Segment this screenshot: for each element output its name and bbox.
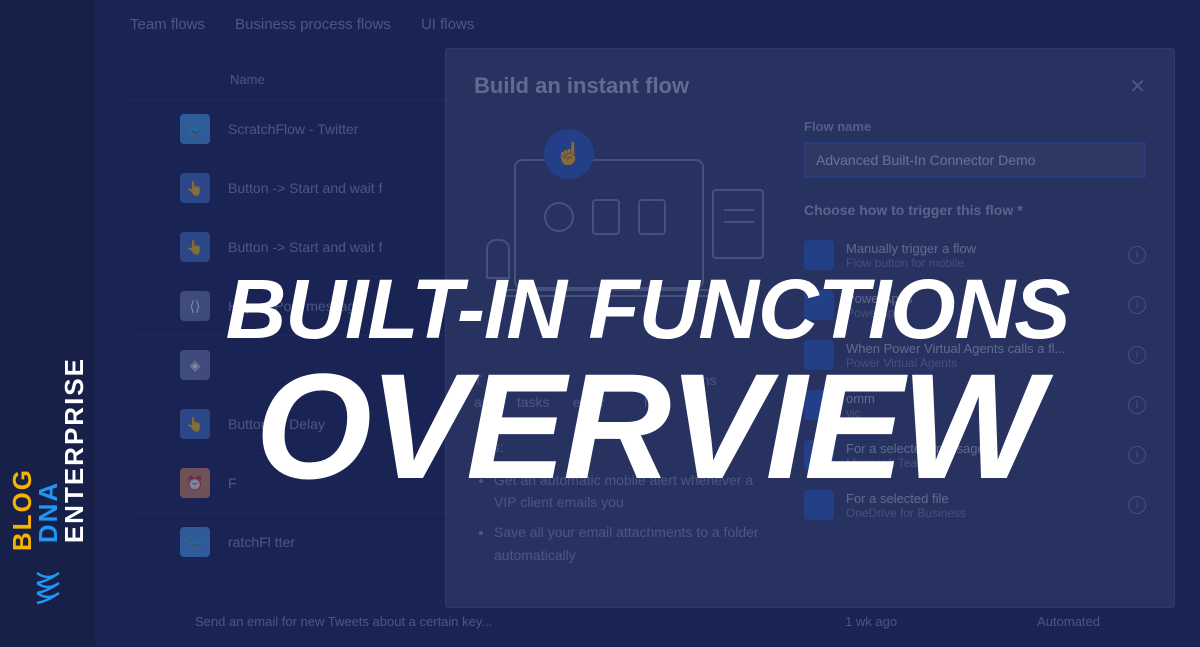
flowname-label: Flow name xyxy=(804,119,1146,134)
flow-item[interactable]: 🐦 ScratchFlow - Twitter xyxy=(130,100,450,159)
http-icon: ⟨⟩ xyxy=(180,291,210,321)
flow-item[interactable]: ◈ xyxy=(130,336,450,395)
trigger-name: omm xyxy=(846,391,1116,406)
build-flow-modal: Build an instant flow ✕ ☝ T anual ce, e xyxy=(445,48,1175,608)
trigger-option[interactable]: Manually trigger a flowFlow button for m… xyxy=(804,232,1146,278)
trigger-name: For a selected message xyxy=(846,441,1116,456)
footer-type: Automated xyxy=(1037,614,1100,629)
modal-header: Build an instant flow ✕ xyxy=(474,73,1146,99)
brand-sidebar: BLOG DNA ENTERPRISE xyxy=(0,0,95,647)
trigger-option[interactable]: PowerAppsPowerApps i xyxy=(804,282,1146,328)
modal-title: Build an instant flow xyxy=(474,73,689,99)
modal-description: T anual ce, e ins auto tasks e to r If. … xyxy=(474,369,774,566)
info-icon[interactable]: i xyxy=(1128,446,1146,464)
flowname-input[interactable] xyxy=(804,142,1146,178)
footer-row: Send an email for new Tweets about a cer… xyxy=(195,614,1100,629)
trigger-sub: Microsoft Teams xyxy=(846,456,1116,470)
illustration: ☝ xyxy=(474,119,774,339)
trigger-option[interactable]: ommvic i xyxy=(804,382,1146,428)
trigger-name: Manually trigger a flow xyxy=(846,241,1116,256)
trigger-sub: PowerApps xyxy=(846,306,1116,320)
example-item: Save all your email attachments to a fol… xyxy=(494,521,774,566)
modal-left-panel: ☝ T anual ce, e ins auto tasks xyxy=(474,119,774,574)
trigger-name: When Power Virtual Agents calls a fl... xyxy=(846,341,1116,356)
sidebar-brand-text: BLOG DNA ENTERPRISE xyxy=(9,357,87,551)
flow-item[interactable]: 🐦 ratchFl tter xyxy=(130,513,450,572)
flow-button-icon xyxy=(804,240,834,270)
info-icon[interactable]: i xyxy=(1128,396,1146,414)
trigger-name: For a selected file xyxy=(846,491,1116,506)
main-area: Team flows Business process flows UI flo… xyxy=(95,0,1200,647)
virtual-agents-icon xyxy=(804,340,834,370)
clock-icon: ⏰ xyxy=(180,468,210,498)
code-icon: ◈ xyxy=(180,350,210,380)
onedrive-icon xyxy=(804,490,834,520)
trigger-option[interactable]: For a selected fileOneDrive for Business… xyxy=(804,482,1146,528)
flow-name: Button -> Start and wait f xyxy=(228,180,382,196)
info-icon[interactable]: i xyxy=(1128,346,1146,364)
tap-icon: ☝ xyxy=(544,129,594,179)
button-icon: 👆 xyxy=(180,232,210,262)
column-header-name: Name xyxy=(130,60,450,100)
flow-item[interactable]: 👆 Button -> Start and wait f xyxy=(130,159,450,218)
dna-icon xyxy=(31,571,65,617)
teams-icon xyxy=(804,440,834,470)
sidebar-enterprise: ENTERPRISE xyxy=(61,357,87,543)
tab-business-process-flows[interactable]: Business process flows xyxy=(235,8,391,41)
info-icon[interactable]: i xyxy=(1128,246,1146,264)
trigger-sub: Flow button for mobile xyxy=(846,256,1116,270)
flow-item[interactable]: 👆 Button -> Delay xyxy=(130,395,450,454)
tab-team-flows[interactable]: Team flows xyxy=(130,8,205,41)
flow-name: F xyxy=(228,475,237,491)
info-icon[interactable]: i xyxy=(1128,296,1146,314)
flow-name: ratchFl tter xyxy=(228,534,295,550)
footer-age: 1 wk ago xyxy=(845,614,897,629)
trigger-option[interactable]: When Power Virtual Agents calls a fl...P… xyxy=(804,332,1146,378)
example-item: Get an automatic mobile alert whenever a… xyxy=(494,469,774,514)
tabs-nav: Team flows Business process flows UI flo… xyxy=(130,8,474,41)
sidebar-dna: DNA xyxy=(35,357,61,543)
flow-name: Button -> Start and wait f xyxy=(228,239,382,255)
button-icon: 👆 xyxy=(180,409,210,439)
flow-name: Button -> Delay xyxy=(228,416,325,432)
footer-desc: Send an email for new Tweets about a cer… xyxy=(195,614,845,629)
service-icon xyxy=(804,390,834,420)
flow-list: Name 🐦 ScratchFlow - Twitter 👆 Button -> S… xyxy=(130,60,450,572)
flow-item[interactable]: 👆 Button -> Start and wait f xyxy=(130,218,450,277)
twitter-icon: 🐦 xyxy=(180,527,210,557)
powerapps-icon xyxy=(804,290,834,320)
trigger-sub: vic xyxy=(846,406,1116,420)
desc-text: T anual ce, e ins xyxy=(474,372,763,388)
twitter-icon: 🐦 xyxy=(180,114,210,144)
info-icon[interactable]: i xyxy=(1128,496,1146,514)
button-icon: 👆 xyxy=(180,173,210,203)
trigger-option[interactable]: For a selected messageMicrosoft Teams i xyxy=(804,432,1146,478)
flow-name: Http -> Post message xyxy=(228,298,363,314)
sidebar-blog: BLOG xyxy=(9,357,35,551)
trigger-sub: OneDrive for Business xyxy=(846,506,1116,520)
flow-name: ScratchFlow - Twitter xyxy=(228,121,358,137)
trigger-sub: Power Virtual Agents xyxy=(846,356,1116,370)
trigger-name: PowerApps xyxy=(846,291,1116,306)
close-icon[interactable]: ✕ xyxy=(1129,74,1146,99)
flow-item[interactable]: ⏰F xyxy=(130,454,450,513)
flow-item[interactable]: ⟨⟩ Http -> Post message xyxy=(130,277,450,336)
modal-right-panel: Flow name Choose how to trigger this flo… xyxy=(804,119,1146,574)
trigger-section-label: Choose how to trigger this flow * xyxy=(804,202,1146,218)
tab-ui-flows[interactable]: UI flows xyxy=(421,8,474,41)
